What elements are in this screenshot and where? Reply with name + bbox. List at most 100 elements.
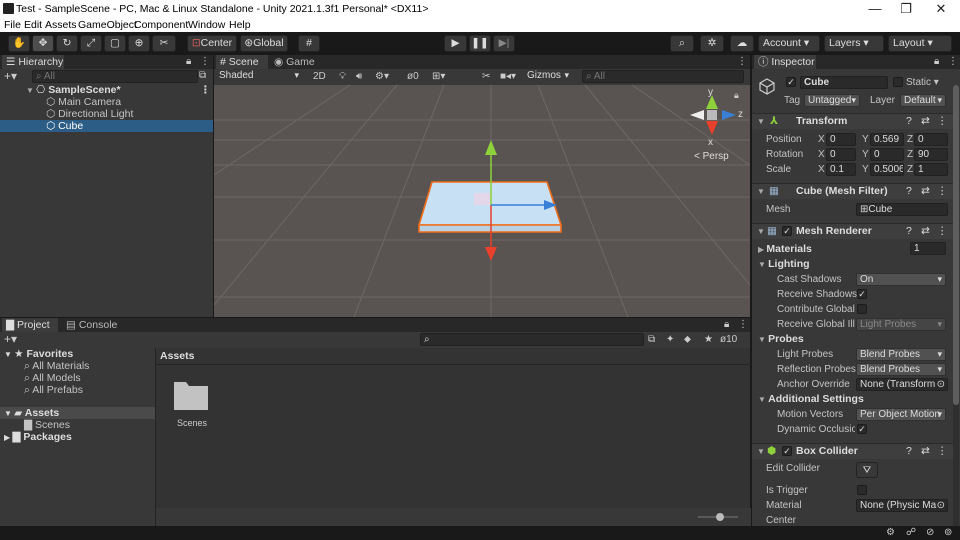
mesh-object-field[interactable]: ⊞Cube [856, 203, 948, 216]
breadcrumb[interactable]: Assets [160, 350, 194, 362]
position-y-field[interactable]: 0.569 [870, 133, 904, 146]
menu-help[interactable]: Help [229, 18, 251, 32]
rotation-y-field[interactable]: 0 [870, 148, 904, 161]
reflection-probes-dropdown[interactable]: Blend Probes [856, 363, 946, 376]
step-button[interactable]: ▶| [493, 35, 515, 52]
lock-icon[interactable]: 🔒︎ [734, 89, 739, 101]
grid-dropdown-icon[interactable]: ⊞▾ [432, 71, 445, 83]
tab-scene[interactable]: # Scene [216, 55, 268, 69]
grid-snap-icon[interactable]: # [298, 35, 320, 52]
maximize-button[interactable]: ❐ [889, 0, 923, 17]
panel-menu-icon[interactable]: ⋮ [738, 319, 748, 331]
scenes-folder-asset[interactable]: Scenes [172, 378, 212, 428]
assets-folder-item[interactable]: ▼ ▰ Assets [0, 407, 155, 419]
scene-search-input[interactable]: ⌕ All [582, 70, 744, 83]
favorite-item[interactable]: ⌕ All Prefabs [0, 384, 155, 396]
bug-icon[interactable]: ⚙ [886, 527, 895, 539]
play-button[interactable]: ▶ [444, 35, 467, 52]
search-type-icon[interactable]: ⧉ [648, 334, 655, 346]
preset-icon[interactable]: ⇄ [921, 444, 930, 459]
tab-console[interactable]: ▤ Console [62, 318, 122, 332]
preset-icon[interactable]: ⇄ [921, 114, 930, 129]
preset-icon[interactable]: ⇄ [921, 184, 930, 199]
packages-folder-item[interactable]: ▶ ▇ Packages [0, 431, 155, 443]
effects-dropdown-icon[interactable]: ⚙▾ [375, 71, 389, 83]
cast-shadows-dropdown[interactable]: On [856, 273, 946, 286]
scrollbar-thumb[interactable] [953, 85, 959, 405]
enabled-checkbox[interactable]: ✓ [782, 226, 792, 236]
box-collider-header[interactable]: ▼ ⬢ ✓ Box Collider ? ⇄ ⋮ [752, 443, 959, 459]
pivot-center-toggle[interactable]: ⊡Center [187, 35, 237, 52]
scene-viewport[interactable]: y z x < Persp 🔒︎ [214, 85, 750, 317]
pivot-global-toggle[interactable]: ⊛Global [240, 35, 288, 52]
audio-toggle-icon[interactable]: 🔊︎ [356, 71, 362, 83]
gizmos-dropdown[interactable]: Gizmos [524, 70, 572, 83]
pause-button[interactable]: ❚❚ [469, 35, 491, 52]
scene-root-item[interactable]: ▼ ⎔ SampleScene* ⋮ [0, 84, 213, 96]
orientation-gizmo[interactable]: y z x < Persp [684, 87, 750, 167]
progress-icon[interactable]: ☍ [906, 527, 916, 539]
physic-material-field[interactable]: None (Physic Ma ⊙ [856, 499, 948, 512]
draw-mode-dropdown[interactable]: Shaded [216, 70, 302, 83]
move-tool-icon[interactable]: ✥ [32, 35, 54, 52]
contribute-gi-checkbox[interactable] [857, 304, 867, 314]
lighting-foldout[interactable]: ▼ Lighting [758, 258, 810, 270]
filter-icon[interactable]: ⧉ [199, 70, 206, 82]
object-picker-icon[interactable]: ⊙ [937, 379, 945, 390]
additional-settings-foldout[interactable]: ▼ Additional Settings [758, 393, 864, 405]
materials-foldout[interactable]: ▶ Materials [758, 243, 812, 255]
component-menu-icon[interactable]: ⋮ [937, 114, 948, 129]
object-name-input[interactable]: Cube [800, 76, 888, 89]
menu-edit[interactable]: Edit [24, 18, 42, 32]
receive-shadows-checkbox[interactable]: ✓ [857, 289, 867, 299]
scenes-folder-item[interactable]: ▇ Scenes [0, 419, 155, 431]
help-icon[interactable]: ? [906, 184, 912, 199]
hierarchy-item[interactable]: ⬡ Directional Light [0, 108, 213, 120]
tag-dropdown[interactable]: Untagged [804, 94, 860, 107]
debug-icon[interactable]: ⊘ [926, 527, 934, 539]
static-dropdown[interactable]: Static ▾ [906, 76, 939, 89]
layer-dropdown[interactable]: Default [900, 94, 946, 107]
transform-header[interactable]: ▼ ⅄ Transform ? ⇄ ⋮ [752, 113, 959, 129]
materials-count-field[interactable]: 1 [910, 242, 946, 255]
hand-tool-icon[interactable]: ✋ [8, 35, 30, 52]
menu-assets[interactable]: Assets [45, 18, 77, 32]
layout-dropdown[interactable]: Layout ▾ [888, 35, 952, 52]
component-menu-icon[interactable]: ⋮ [937, 184, 948, 199]
scale-y-field[interactable]: 0.5006 [870, 163, 904, 176]
add-object-button[interactable]: +▾ [4, 70, 17, 82]
mesh-renderer-header[interactable]: ▼ ▦ ✓ Mesh Renderer ? ⇄ ⋮ [752, 223, 959, 239]
collab-icon[interactable]: ✲ [700, 35, 724, 52]
hierarchy-item-selected[interactable]: ⬡ Cube [0, 120, 213, 132]
create-asset-button[interactable]: +▾ [4, 333, 17, 345]
favorite-item[interactable]: ⌕ All Materials [0, 360, 155, 372]
position-z-field[interactable]: 0 [914, 133, 948, 146]
tools-icon[interactable]: ✂ [482, 71, 490, 83]
scale-tool-icon[interactable]: ⤢ [80, 35, 102, 52]
tab-hierarchy[interactable]: ☰ Hierarchy [2, 55, 64, 69]
favorite-item[interactable]: ⌕ All Models [0, 372, 155, 384]
hidden-packages-icon[interactable]: ø10 [720, 334, 737, 346]
light-probes-dropdown[interactable]: Blend Probes [856, 348, 946, 361]
component-menu-icon[interactable]: ⋮ [937, 224, 948, 239]
cube-object[interactable] [417, 181, 563, 233]
2d-toggle[interactable]: 2D [313, 71, 326, 83]
tag-icon[interactable]: ⬥ [684, 334, 691, 346]
panel-menu-icon[interactable]: ⋮ [200, 56, 210, 68]
help-icon[interactable]: ? [906, 444, 912, 459]
enabled-checkbox[interactable]: ✓ [782, 446, 792, 456]
star-icon[interactable]: ★ [704, 334, 713, 346]
menu-file[interactable]: File [4, 18, 21, 32]
lock-icon[interactable]: 🔒︎ [186, 56, 191, 68]
zoom-slider-handle[interactable] [716, 513, 724, 521]
rotation-z-field[interactable]: 90 [914, 148, 948, 161]
scene-menu-icon[interactable]: ⋮ [200, 84, 211, 96]
lighting-toggle-icon[interactable]: 💡︎ [339, 71, 346, 83]
menu-gameobject[interactable]: GameObject [78, 18, 137, 32]
project-search-input[interactable]: ⌕ [420, 333, 644, 346]
tab-game[interactable]: ◉ Game [270, 55, 320, 69]
hierarchy-item[interactable]: ⬡ Main Camera [0, 96, 213, 108]
active-checkbox[interactable]: ✓ [786, 77, 796, 87]
anchor-override-field[interactable]: None (Transform ⊙ [856, 378, 948, 391]
layers-dropdown[interactable]: Layers ▾ [824, 35, 884, 52]
